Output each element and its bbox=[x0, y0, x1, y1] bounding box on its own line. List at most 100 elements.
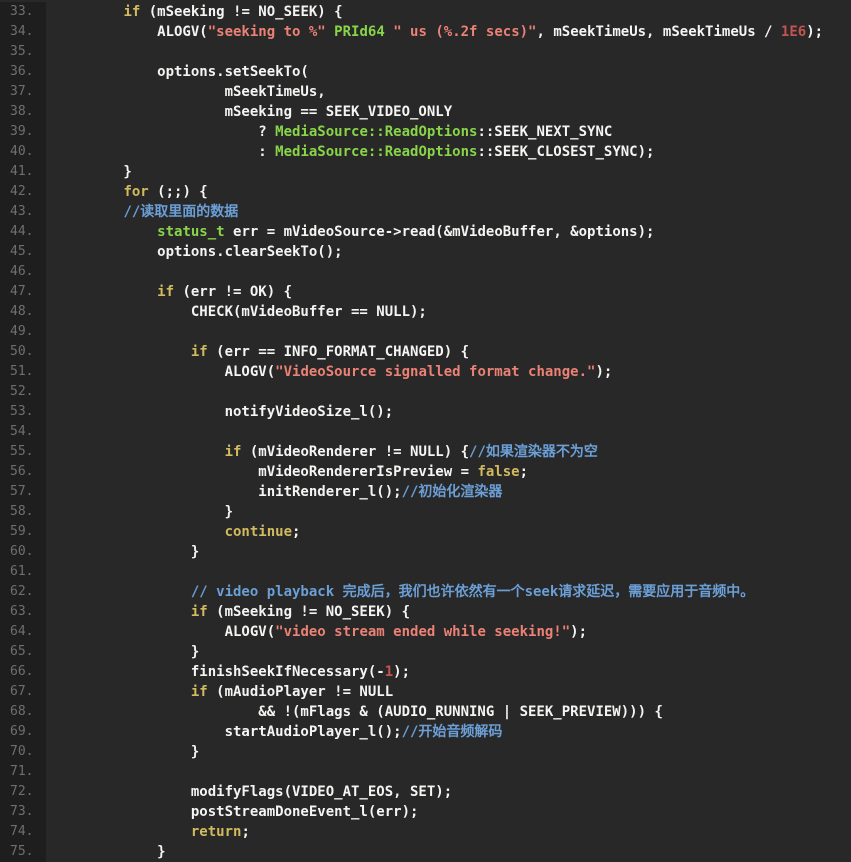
line-number: 63. bbox=[0, 602, 46, 622]
code-line[interactable]: 70. } bbox=[0, 742, 851, 762]
token-co: //开始音频解码 bbox=[401, 724, 503, 740]
code-line[interactable]: 50. if (err == INFO_FORMAT_CHANGED) { bbox=[0, 342, 851, 362]
token-pl: ; bbox=[292, 524, 301, 540]
line-number: 35. bbox=[0, 42, 46, 62]
code-line[interactable]: 48. CHECK(mVideoBuffer == NULL); bbox=[0, 302, 851, 322]
code-line[interactable]: 39. ? MediaSource::ReadOptions::SEEK_NEX… bbox=[0, 122, 851, 142]
line-number: 61. bbox=[0, 562, 46, 582]
code-line-text: if (err == INFO_FORMAT_CHANGED) { bbox=[46, 342, 851, 362]
line-number: 53. bbox=[0, 402, 46, 422]
line-number: 41. bbox=[0, 162, 46, 182]
code-line-text: CHECK(mVideoBuffer == NULL); bbox=[46, 302, 851, 322]
code-line[interactable]: 74. return; bbox=[0, 822, 851, 842]
line-number: 51. bbox=[0, 362, 46, 382]
code-line[interactable]: 41. } bbox=[0, 162, 851, 182]
code-line[interactable]: 35. bbox=[0, 42, 851, 62]
code-line-text: } bbox=[46, 162, 851, 182]
code-line[interactable]: 69. startAudioPlayer_l();//开始音频解码 bbox=[0, 722, 851, 742]
code-line[interactable]: 71. bbox=[0, 762, 851, 782]
code-line-text: : MediaSource::ReadOptions::SEEK_CLOSEST… bbox=[46, 142, 851, 162]
token-pl: } bbox=[56, 544, 200, 560]
token-kw: if bbox=[190, 684, 208, 700]
code-line-text: ALOGV("video stream ended while seeking!… bbox=[46, 622, 851, 642]
code-line-text: initRenderer_l();//初始化渲染器 bbox=[46, 482, 851, 502]
token-ty: MediaSource::ReadOptions bbox=[275, 144, 478, 160]
code-line-text: } bbox=[46, 742, 851, 762]
code-line[interactable]: 36. options.setSeekTo( bbox=[0, 62, 851, 82]
code-line[interactable]: 73. postStreamDoneEvent_l(err); bbox=[0, 802, 851, 822]
code-line-text: // video playback 完成后，我们也许依然有一个seek请求延迟，… bbox=[46, 582, 851, 602]
code-line[interactable]: 42. for (;;) { bbox=[0, 182, 851, 202]
code-line[interactable]: 59. continue; bbox=[0, 522, 851, 542]
token-nu: 1E6 bbox=[780, 24, 807, 40]
line-number: 49. bbox=[0, 322, 46, 342]
code-line[interactable]: 67. if (mAudioPlayer != NULL bbox=[0, 682, 851, 702]
code-line[interactable]: 72. modifyFlags(VIDEO_AT_EOS, SET); bbox=[0, 782, 851, 802]
line-number: 34. bbox=[0, 22, 46, 42]
token-pl: (mSeeking != NO_SEEK) { bbox=[140, 4, 343, 20]
code-line[interactable]: 56. mVideoRendererIsPreview = false; bbox=[0, 462, 851, 482]
token-pl: mVideoRendererIsPreview = bbox=[56, 464, 478, 480]
token-pl: startAudioPlayer_l(); bbox=[56, 724, 402, 740]
line-number: 60. bbox=[0, 542, 46, 562]
line-number: 71. bbox=[0, 762, 46, 782]
code-line[interactable]: 46. bbox=[0, 262, 851, 282]
line-number: 47. bbox=[0, 282, 46, 302]
code-line-text: continue; bbox=[46, 522, 851, 542]
code-line[interactable]: 66. finishSeekIfNecessary(-1); bbox=[0, 662, 851, 682]
code-line[interactable]: 64. ALOGV("video stream ended while seek… bbox=[0, 622, 851, 642]
line-number: 64. bbox=[0, 622, 46, 642]
code-line[interactable]: 61. bbox=[0, 562, 851, 582]
line-number: 38. bbox=[0, 102, 46, 122]
token-ty: status_t bbox=[157, 224, 225, 240]
code-line[interactable]: 44. status_t err = mVideoSource->read(&m… bbox=[0, 222, 851, 242]
line-number: 66. bbox=[0, 662, 46, 682]
code-line[interactable]: 37. mSeekTimeUs, bbox=[0, 82, 851, 102]
code-line[interactable]: 53. notifyVideoSize_l(); bbox=[0, 402, 851, 422]
token-st: "seeking to %" bbox=[207, 24, 326, 40]
code-line[interactable]: 47. if (err != OK) { bbox=[0, 282, 851, 302]
code-line[interactable]: 63. if (mSeeking != NO_SEEK) { bbox=[0, 602, 851, 622]
token-pl: (err == INFO_FORMAT_CHANGED) { bbox=[207, 344, 470, 360]
token-pl: (mAudioPlayer != NULL bbox=[207, 684, 394, 700]
code-line[interactable]: 45. options.clearSeekTo(); bbox=[0, 242, 851, 262]
code-line[interactable]: 65. } bbox=[0, 642, 851, 662]
token-st: "VideoSource signalled format change." bbox=[275, 364, 596, 380]
code-line[interactable]: 62. // video playback 完成后，我们也许依然有一个seek请… bbox=[0, 582, 851, 602]
code-line-text: ? MediaSource::ReadOptions::SEEK_NEXT_SY… bbox=[46, 122, 851, 142]
code-line[interactable]: 52. bbox=[0, 382, 851, 402]
code-line[interactable]: 57. initRenderer_l();//初始化渲染器 bbox=[0, 482, 851, 502]
line-number: 59. bbox=[0, 522, 46, 542]
code-line[interactable]: 54. bbox=[0, 422, 851, 442]
code-line-text: if (err != OK) { bbox=[46, 282, 851, 302]
token-co: // video playback 完成后，我们也许依然有一个seek请求延迟，… bbox=[190, 584, 755, 600]
code-line-text: ALOGV("seeking to %" PRId64 " us (%.2f s… bbox=[46, 22, 851, 42]
code-line[interactable]: 75. } bbox=[0, 842, 851, 862]
token-pl: err = mVideoSource->read(&mVideoBuffer, … bbox=[224, 224, 655, 240]
code-line-text: //读取里面的数据 bbox=[46, 202, 851, 222]
line-number: 75. bbox=[0, 842, 46, 862]
line-number: 40. bbox=[0, 142, 46, 162]
token-kw: if bbox=[224, 444, 242, 460]
code-line[interactable]: 55. if (mVideoRenderer != NULL) {//如果渲染器… bbox=[0, 442, 851, 462]
code-line-text: options.setSeekTo( bbox=[46, 62, 851, 82]
code-line[interactable]: 38. mSeeking == SEEK_VIDEO_ONLY bbox=[0, 102, 851, 122]
code-line[interactable]: 51. ALOGV("VideoSource signalled format … bbox=[0, 362, 851, 382]
token-pl: ? bbox=[56, 124, 276, 140]
code-line[interactable]: 49. bbox=[0, 322, 851, 342]
token-kw: false bbox=[477, 464, 520, 480]
code-line[interactable]: 33. if (mSeeking != NO_SEEK) { bbox=[0, 2, 851, 22]
code-line[interactable]: 40. : MediaSource::ReadOptions::SEEK_CLO… bbox=[0, 142, 851, 162]
token-pl: ; bbox=[241, 824, 250, 840]
code-line[interactable]: 58. } bbox=[0, 502, 851, 522]
code-line[interactable]: 60. } bbox=[0, 542, 851, 562]
code-line[interactable]: 34. ALOGV("seeking to %" PRId64 " us (%.… bbox=[0, 22, 851, 42]
code-line[interactable]: 43. //读取里面的数据 bbox=[0, 202, 851, 222]
code-line[interactable]: 68. && !(mFlags & (AUDIO_RUNNING | SEEK_… bbox=[0, 702, 851, 722]
